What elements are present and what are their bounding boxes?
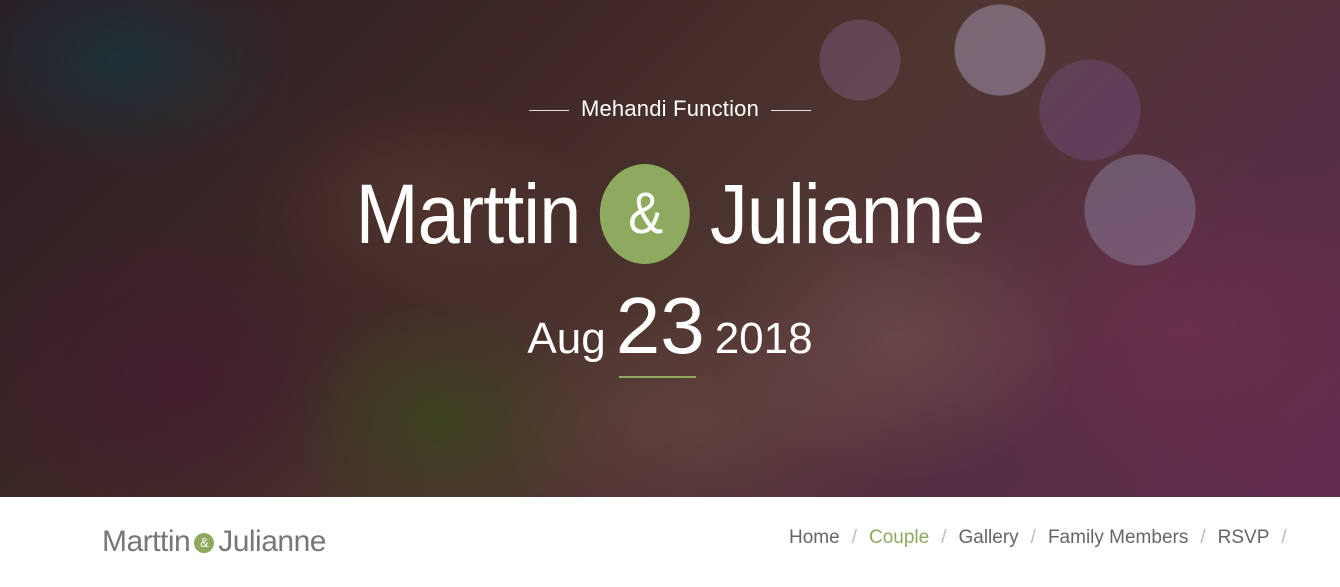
logo-ampersand: & xyxy=(194,533,215,553)
bride-name: Julianne xyxy=(709,166,985,261)
subtitle-left-line xyxy=(528,109,569,111)
event-subtitle: Mehandi Function xyxy=(0,96,1340,122)
nav-menu: Home / Couple / Gallery / Family Members… xyxy=(789,527,1299,549)
site-logo[interactable]: Marttin & Julianne xyxy=(102,525,326,559)
nav-separator: / xyxy=(1030,527,1036,548)
date-year: 2018 xyxy=(714,314,813,363)
main-navbar: Marttin & Julianne Home / Couple / Gallery… xyxy=(0,497,1340,587)
nav-separator: / xyxy=(851,527,857,548)
couple-names: Marttin & Julianne xyxy=(67,152,1273,269)
nav-item-home[interactable]: Home xyxy=(789,527,840,549)
subtitle-right-line xyxy=(771,109,812,111)
nav-item-family-members[interactable]: Family Members xyxy=(1048,527,1188,549)
nav-separator: / xyxy=(941,527,947,548)
logo-first-name: Marttin xyxy=(102,525,191,558)
nav-item-couple[interactable]: Couple xyxy=(869,527,929,549)
hero-banner: Mehandi Function Marttin & Julianne Aug 23 2… xyxy=(0,0,1340,497)
ampersand-badge: & xyxy=(600,163,691,264)
groom-name: Marttin xyxy=(355,166,582,261)
date-month: Aug xyxy=(527,314,606,363)
nav-item-gallery[interactable]: Gallery xyxy=(958,527,1018,549)
logo-second-name: Julianne xyxy=(218,525,326,558)
nav-separator: / xyxy=(1281,527,1287,548)
wedding-date: Aug 23 2018 xyxy=(0,280,1340,372)
nav-separator: / xyxy=(1200,527,1206,548)
date-underline xyxy=(619,376,696,378)
nav-item-rsvp[interactable]: RSVP xyxy=(1218,527,1270,549)
date-day: 23 xyxy=(615,281,705,370)
subtitle-text: Mehandi Function xyxy=(580,96,760,121)
